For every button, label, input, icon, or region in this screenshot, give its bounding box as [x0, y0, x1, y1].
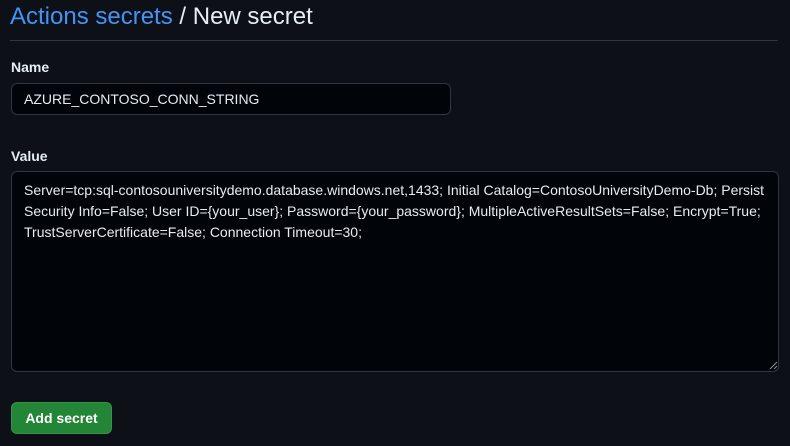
secret-name-input[interactable] — [11, 83, 451, 115]
add-secret-button[interactable]: Add secret — [11, 402, 112, 434]
name-label: Name — [11, 59, 50, 75]
resize-grip-icon[interactable] — [769, 361, 778, 370]
new-secret-page: Actions secrets / New secret Name Value … — [0, 0, 790, 446]
breadcrumb: Actions secrets / New secret — [10, 2, 778, 41]
secret-value-textarea[interactable]: Server=tcp:sql-contosouniversitydemo.dat… — [11, 171, 779, 372]
page-title: New secret — [192, 3, 313, 30]
breadcrumb-actions-secrets-link[interactable]: Actions secrets — [10, 3, 173, 30]
value-label: Value — [11, 148, 48, 164]
breadcrumb-separator: / — [179, 3, 193, 30]
